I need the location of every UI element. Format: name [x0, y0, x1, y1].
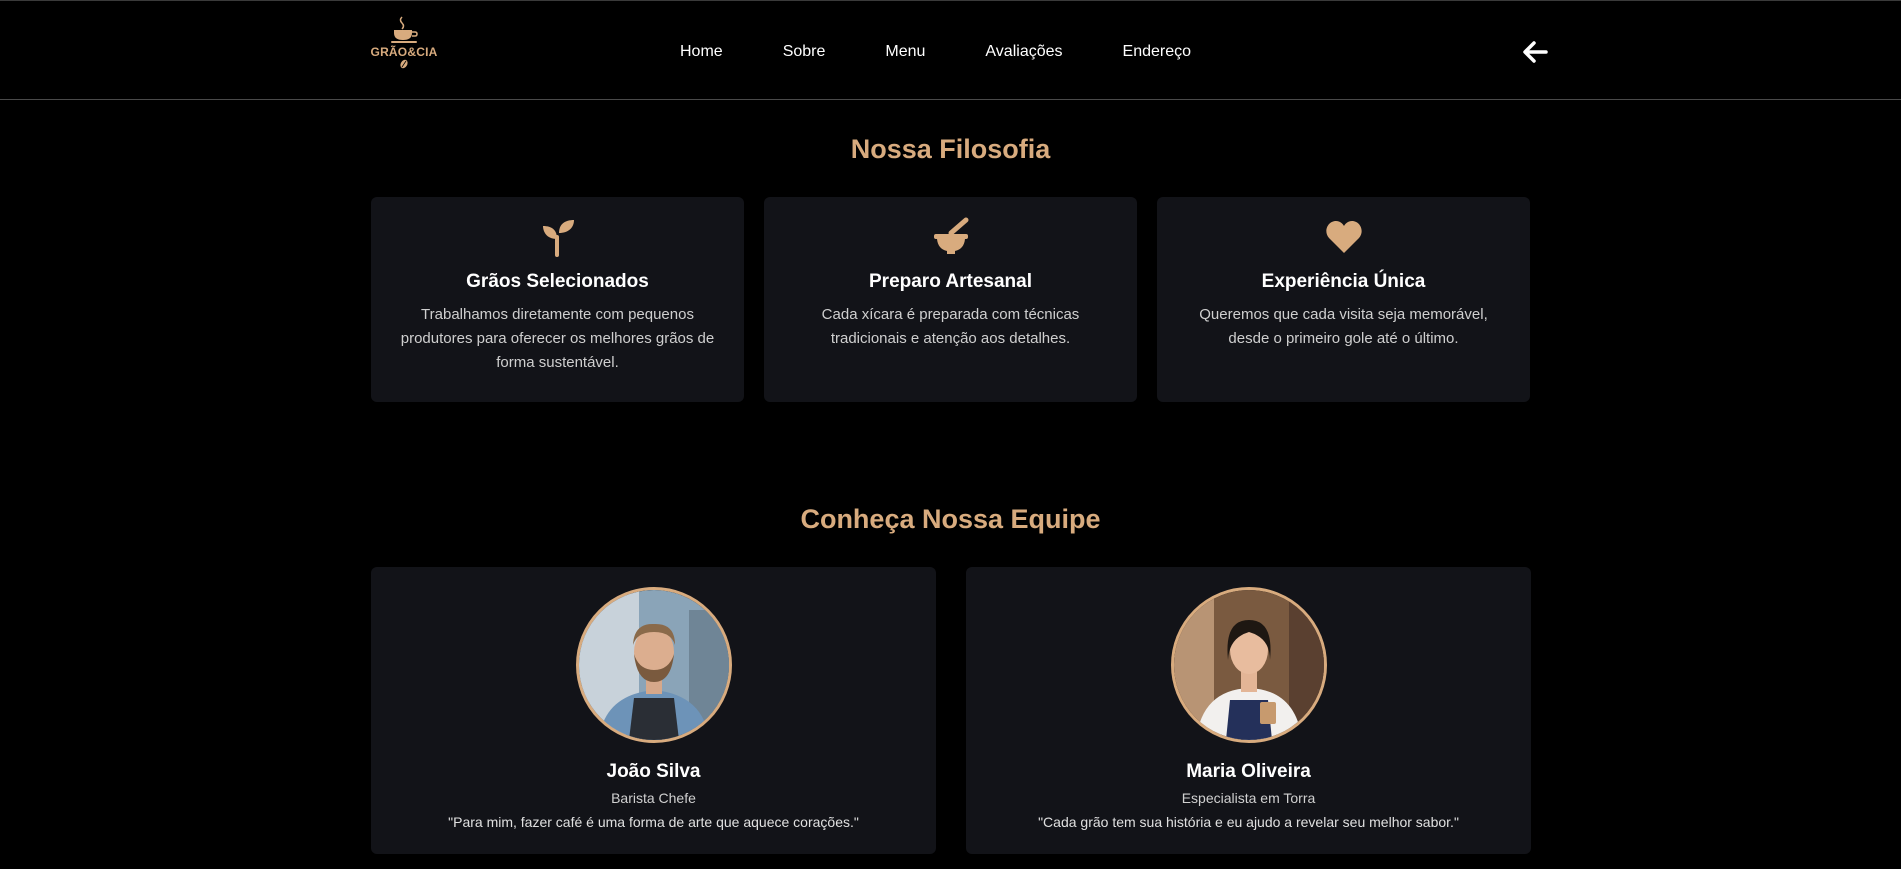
member-role: Especialista em Torra [1181, 790, 1316, 806]
seedling-icon [538, 217, 578, 257]
member-quote: "Para mim, fazer café é uma forma de art… [448, 814, 859, 830]
member-name: João Silva [606, 761, 701, 782]
team-card: Maria Oliveira Especialista em Torra "Ca… [966, 567, 1531, 854]
nav-endereco[interactable]: Endereço [1123, 41, 1192, 63]
philosophy-card: Preparo Artesanal Cada xícara é preparad… [764, 197, 1137, 402]
card-title: Preparo Artesanal [869, 271, 1032, 292]
card-text: Cada xícara é preparada com técnicas tra… [821, 306, 1080, 347]
coffee-cup-icon [391, 16, 418, 43]
member-quote: "Cada grão tem sua história e eu ajudo a… [1038, 814, 1459, 830]
member-name: Maria Oliveira [1186, 761, 1311, 782]
main-nav: Home Sobre Menu Avaliações Endereço [680, 41, 1191, 63]
logo-text: GRÃO&CIA [370, 45, 438, 59]
logo[interactable]: GRÃO&CIA [369, 15, 439, 79]
nav-sobre[interactable]: Sobre [783, 41, 826, 63]
card-title: Experiência Única [1261, 271, 1426, 292]
card-title: Grãos Selecionados [466, 271, 649, 292]
heart-icon [1324, 217, 1364, 257]
nav-menu[interactable]: Menu [885, 41, 925, 63]
card-text: Trabalhamos diretamente com pequenos pro… [400, 306, 715, 371]
nav-avaliacoes[interactable]: Avaliações [985, 41, 1062, 63]
nav-home[interactable]: Home [680, 41, 723, 63]
coffee-bean-icon [400, 59, 408, 69]
card-text: Queremos que cada visita seja memorável,… [1199, 306, 1488, 347]
team-card: João Silva Barista Chefe "Para mim, faze… [371, 567, 936, 854]
philosophy-card: Experiência Única Queremos que cada visi… [1157, 197, 1530, 402]
avatar [575, 587, 732, 743]
back-button[interactable] [1522, 40, 1548, 64]
member-role: Barista Chefe [611, 790, 696, 806]
site-header: GRÃO&CIA Home Sobre Menu Avaliações Ende… [0, 1, 1901, 100]
team-title: Conheça Nossa Equipe [800, 504, 1101, 534]
philosophy-title: Nossa Filosofia [850, 134, 1051, 164]
arrow-left-icon [1523, 41, 1548, 63]
philosophy-card: Grãos Selecionados Trabalhamos diretamen… [371, 197, 744, 402]
mortar-pestle-icon [931, 217, 971, 257]
avatar [1170, 587, 1327, 743]
